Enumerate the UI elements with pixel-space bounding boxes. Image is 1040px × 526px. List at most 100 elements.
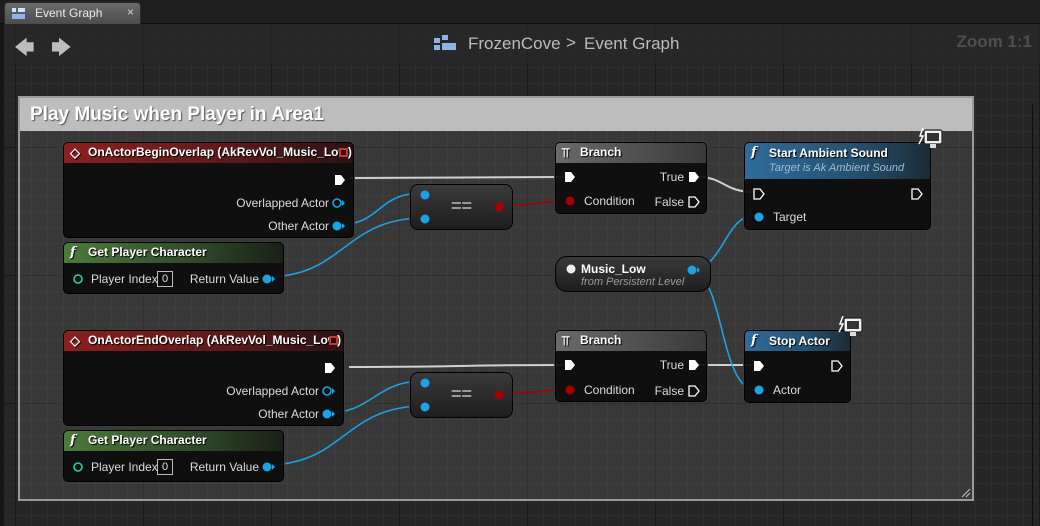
pin-label-target: Target (773, 210, 807, 224)
pin-label-false: False (654, 384, 684, 398)
function-node-start-ambient-sound[interactable]: f Start Ambient Sound Target is Ak Ambient… (744, 142, 931, 230)
variable-node-music-low[interactable]: Music_Low from Persistent Level (555, 256, 711, 292)
graph-tab-icon (12, 8, 25, 19)
node-title: Get Player Character (88, 245, 207, 259)
function-f-icon: f (70, 433, 76, 448)
pin-label-true: True (659, 358, 684, 372)
object-pin-a[interactable] (419, 189, 433, 201)
event-diamond-icon: ◇ (70, 333, 80, 348)
equal-symbol: == (451, 384, 473, 404)
node-title: Get Player Character (88, 433, 207, 447)
bool-pin-result[interactable] (493, 389, 507, 401)
object-pin-a[interactable] (419, 377, 433, 389)
bool-pin-result[interactable] (493, 201, 507, 213)
pin-label-true: True (659, 170, 684, 184)
player-index-field[interactable]: 0 (157, 271, 173, 287)
node-title: Branch (580, 333, 622, 347)
exec-in-pin[interactable] (564, 171, 576, 183)
exec-out-pin[interactable] (831, 360, 843, 372)
exec-in-pin[interactable] (564, 359, 576, 371)
bool-pin-condition[interactable] (564, 195, 578, 207)
pin-label-return-value: Return Value (189, 272, 259, 286)
pure-node-get-player-character-2[interactable]: f Get Player Character Player Index 0 Ret… (63, 430, 284, 482)
node-title: OnActorBeginOverlap (AkRevVol_Music_Low) (88, 145, 352, 159)
node-title: Stop Actor (769, 334, 830, 348)
object-pin-other-actor[interactable] (322, 408, 336, 420)
object-pin-return-value[interactable] (262, 461, 276, 473)
object-pin-target[interactable] (753, 211, 767, 223)
exec-out-pin[interactable] (334, 174, 346, 186)
branch-node-2[interactable]: ⫪ Branch True Condition False (555, 330, 707, 402)
close-icon[interactable]: × (127, 5, 134, 19)
object-pin-overlapped-actor[interactable] (322, 385, 336, 397)
pin-label-return-value: Return Value (189, 460, 259, 474)
node-header: f Get Player Character (64, 243, 283, 263)
branch-icon: ⫪ (562, 145, 570, 160)
equal-symbol: == (451, 196, 473, 216)
int-pin-player-index[interactable] (72, 273, 86, 285)
variable-name: Music_Low (581, 262, 646, 276)
node-title: Start Ambient Sound (769, 146, 888, 160)
node-header: ◇ OnActorBeginOverlap (AkRevVol_Music_Low… (64, 143, 353, 163)
authority-badge-icon (838, 316, 863, 336)
pin-label-overlapped-actor: Overlapped Actor (236, 196, 329, 210)
exec-out-pin[interactable] (324, 362, 336, 374)
object-pin-overlapped-actor[interactable] (332, 197, 346, 209)
object-pin-b[interactable] (419, 401, 433, 413)
exec-out-false-pin[interactable] (688, 385, 700, 397)
delegate-pin[interactable] (339, 148, 348, 157)
node-subtitle: Target is Ak Ambient Sound (769, 162, 905, 174)
equal-node-1[interactable]: == (410, 184, 513, 230)
node-header: f Start Ambient Sound Target is Ak Ambient… (745, 143, 930, 179)
tab-event-graph[interactable]: Event Graph × (4, 2, 141, 24)
authority-badge-icon (918, 128, 943, 148)
node-title: OnActorEndOverlap (AkRevVol_Music_Low) (88, 333, 342, 347)
object-pin-return-value[interactable] (262, 273, 276, 285)
exec-out-pin[interactable] (911, 188, 923, 200)
node-header: ⫪ Branch (556, 331, 706, 351)
node-title: Branch (580, 145, 622, 159)
function-f-icon: f (751, 145, 757, 160)
event-diamond-icon: ◇ (70, 145, 80, 160)
node-header: f Stop Actor (745, 331, 850, 351)
exec-out-true-pin[interactable] (688, 359, 700, 371)
tab-bar: Event Graph × (0, 0, 1040, 24)
pin-label-condition: Condition (584, 383, 635, 397)
pin-label-other-actor: Other Actor (268, 219, 329, 233)
player-index-field[interactable]: 0 (157, 459, 173, 475)
exec-in-pin[interactable] (753, 188, 765, 200)
reference-dot-icon (566, 264, 576, 274)
branch-icon: ⫪ (562, 333, 570, 348)
pin-label-overlapped-actor: Overlapped Actor (226, 384, 319, 398)
pin-label-other-actor: Other Actor (258, 407, 319, 421)
branch-node-1[interactable]: ⫪ Branch True Condition False (555, 142, 707, 214)
pin-label-actor: Actor (773, 383, 802, 397)
pin-label-player-index: Player Index (91, 460, 158, 474)
equal-node-2[interactable]: == (410, 372, 513, 418)
object-pin-other-actor[interactable] (332, 220, 346, 232)
node-header: ⫪ Branch (556, 143, 706, 163)
pure-node-get-player-character-1[interactable]: f Get Player Character Player Index 0 Ret… (63, 242, 284, 294)
delegate-pin[interactable] (329, 336, 338, 345)
function-f-icon: f (70, 245, 76, 260)
tab-label: Event Graph (35, 6, 103, 20)
int-pin-player-index[interactable] (72, 461, 86, 473)
pin-label-player-index: Player Index (91, 272, 158, 286)
object-pin-actor[interactable] (753, 384, 767, 396)
pin-label-false: False (654, 195, 684, 209)
pin-label-condition: Condition (584, 194, 635, 208)
object-pin-output[interactable] (686, 264, 702, 276)
exec-out-false-pin[interactable] (688, 196, 700, 208)
event-node-end-overlap[interactable]: ◇ OnActorEndOverlap (AkRevVol_Music_Low) … (63, 330, 344, 426)
function-f-icon: f (751, 333, 757, 348)
object-pin-b[interactable] (419, 213, 433, 225)
event-node-begin-overlap[interactable]: ◇ OnActorBeginOverlap (AkRevVol_Music_Low… (63, 142, 354, 238)
blueprint-graph-canvas[interactable]: 🡄 🡆 FrozenCove > Event Graph Zoom 1:1 Pl… (4, 24, 1040, 526)
node-header: ◇ OnActorEndOverlap (AkRevVol_Music_Low) (64, 331, 343, 351)
variable-source: from Persistent Level (581, 276, 685, 288)
bool-pin-condition[interactable] (564, 384, 578, 396)
node-header: f Get Player Character (64, 431, 283, 451)
function-node-stop-actor[interactable]: f Stop Actor Actor (744, 330, 851, 403)
exec-in-pin[interactable] (753, 360, 765, 372)
exec-out-true-pin[interactable] (688, 171, 700, 183)
